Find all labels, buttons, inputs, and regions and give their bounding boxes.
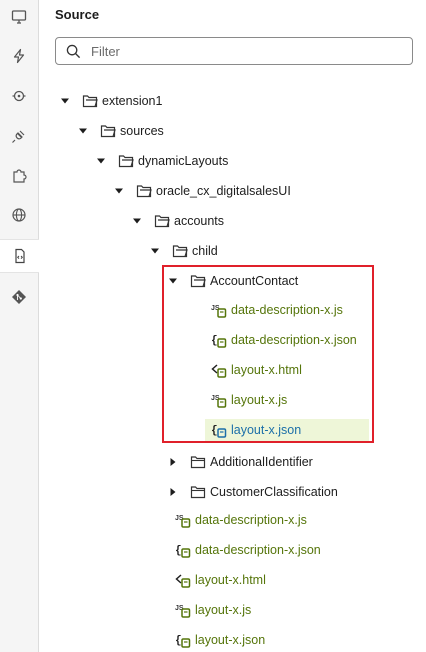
folder-icon	[190, 454, 206, 470]
highlight-annotation-box	[162, 265, 374, 443]
folder-open-icon	[82, 93, 98, 109]
event-icon	[12, 90, 26, 102]
html-file-icon	[175, 572, 191, 588]
tree-label: accounts	[174, 214, 225, 228]
globe-icon	[12, 208, 26, 222]
folder-icon	[190, 484, 206, 500]
tree-file[interactable]: { data-description-x.json	[175, 539, 321, 561]
caret-down-icon[interactable]	[60, 96, 70, 106]
tree-folder-dynamiclayouts[interactable]: dynamicLayouts	[96, 150, 228, 172]
tree-folder-customerclassification[interactable]: CustomerClassification	[168, 481, 338, 503]
tree-folder-oracle-cx[interactable]: oracle_cx_digitalsalesUI	[114, 180, 291, 202]
tree-file[interactable]: JS layout-x.js	[175, 599, 251, 621]
rail-actions-button[interactable]	[0, 41, 38, 71]
tree-label: layout-x.html	[195, 573, 266, 587]
source-code-icon	[14, 248, 25, 264]
rail-services-button[interactable]	[0, 121, 38, 151]
rail-monitor-button[interactable]	[0, 2, 38, 32]
caret-down-icon[interactable]	[78, 126, 88, 136]
tree-label: oracle_cx_digitalsalesUI	[156, 184, 291, 198]
tree-folder-extension1[interactable]: extension1	[60, 90, 162, 112]
caret-down-icon[interactable]	[150, 246, 160, 256]
tree-label: layout-x.js	[195, 603, 252, 617]
filter-input[interactable]	[89, 42, 393, 60]
folder-open-icon	[154, 213, 170, 229]
tree-folder-accounts[interactable]: accounts	[132, 210, 224, 232]
rail-git-button[interactable]	[0, 282, 38, 312]
svg-text:{: {	[175, 635, 182, 647]
folder-open-icon	[172, 243, 188, 259]
caret-right-icon[interactable]	[168, 487, 178, 497]
rail-events-button[interactable]	[0, 81, 38, 111]
tree-label: layout-x.json	[195, 633, 266, 647]
json-file-icon: {	[175, 542, 191, 558]
tree-label: CustomerClassification	[210, 485, 338, 499]
tree-file[interactable]: JS data-description-x.js	[175, 509, 307, 531]
tree-folder-additionalidentifier[interactable]: AdditionalIdentifier	[168, 451, 313, 473]
tree-file[interactable]: { layout-x.json	[175, 629, 265, 651]
json-file-icon: {	[175, 632, 191, 648]
tree-label: sources	[120, 124, 164, 138]
folder-open-icon	[100, 123, 116, 139]
tree-label: data-description-x.json	[195, 543, 321, 557]
tree-label: AdditionalIdentifier	[210, 455, 313, 469]
monitor-icon	[11, 10, 27, 24]
filter-box[interactable]	[55, 37, 413, 65]
lightning-icon	[13, 48, 25, 64]
plug-icon	[12, 130, 25, 143]
activity-rail	[0, 0, 39, 652]
tree-file[interactable]: layout-x.html	[175, 569, 266, 591]
tree-label: extension1	[102, 94, 163, 108]
git-icon	[12, 290, 26, 304]
rail-extensions-button[interactable]	[0, 161, 38, 191]
folder-open-icon	[136, 183, 152, 199]
caret-down-icon[interactable]	[96, 156, 106, 166]
rail-translations-button[interactable]	[0, 200, 38, 230]
caret-down-icon[interactable]	[114, 186, 124, 196]
rail-source-button[interactable]	[0, 239, 39, 273]
svg-text:{: {	[175, 545, 182, 557]
caret-down-icon[interactable]	[132, 216, 142, 226]
tree-label: child	[192, 244, 218, 258]
extension-puzzle-icon	[13, 169, 27, 183]
caret-right-icon[interactable]	[168, 457, 178, 467]
panel-title: Source	[55, 7, 100, 22]
tree-folder-sources[interactable]: sources	[78, 120, 164, 142]
tree-folder-child[interactable]: child	[150, 240, 218, 262]
folder-open-icon	[118, 153, 134, 169]
js-file-icon: JS	[175, 512, 191, 528]
search-icon	[66, 44, 81, 58]
tree-label: dynamicLayouts	[138, 154, 229, 168]
js-file-icon: JS	[175, 602, 191, 618]
tree-label: data-description-x.js	[195, 513, 307, 527]
